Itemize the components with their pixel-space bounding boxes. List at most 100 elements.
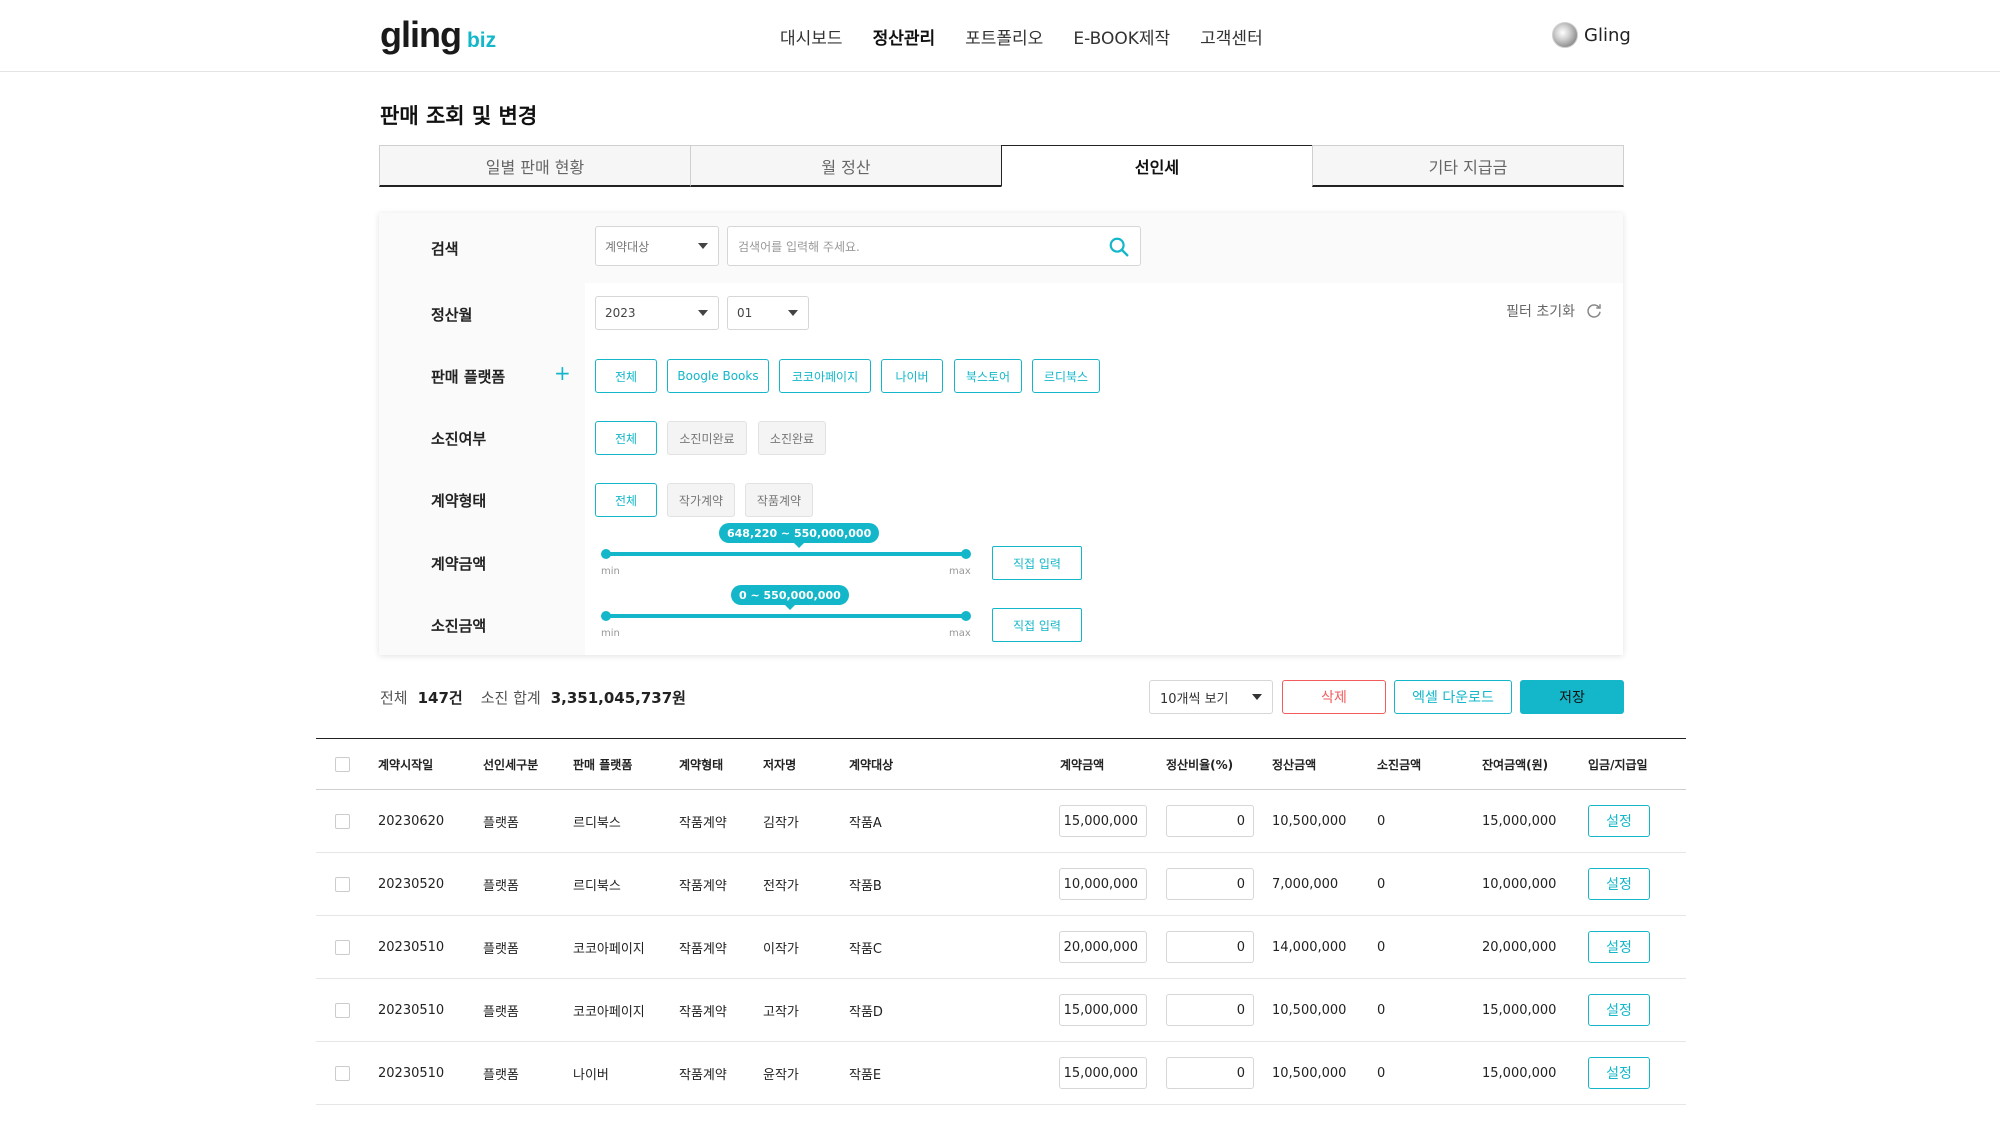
col-advance-type: 선인세구분 xyxy=(483,757,539,772)
year-select[interactable]: 2023 xyxy=(595,296,719,330)
plus-icon[interactable]: + xyxy=(554,361,571,385)
settle-ratio-input[interactable]: 0 xyxy=(1166,994,1254,1026)
cell-advance-type: 플랫폼 xyxy=(483,815,519,831)
tab-other-payments[interactable]: 기타 지급금 xyxy=(1312,145,1624,187)
set-payment-date-button[interactable]: 설정 xyxy=(1588,931,1650,963)
contract-amount-input[interactable]: 15,000,000 xyxy=(1059,1057,1147,1089)
delete-button[interactable]: 삭제 xyxy=(1282,680,1386,714)
settle-ratio-input[interactable]: 0 xyxy=(1166,868,1254,900)
cell-settle-ratio: 0 xyxy=(1166,1042,1254,1104)
set-payment-date-button[interactable]: 설정 xyxy=(1588,994,1650,1026)
row-checkbox[interactable] xyxy=(335,1002,350,1018)
tab-monthly-settlement[interactable]: 월 정산 xyxy=(690,145,1002,187)
logo[interactable]: gling biz xyxy=(380,14,496,56)
save-button[interactable]: 저장 xyxy=(1520,680,1624,714)
cell-payment-date: 설정 xyxy=(1588,979,1650,1041)
slider-max-label: max xyxy=(949,566,971,577)
row-checkbox[interactable] xyxy=(335,939,350,955)
cell-exhausted-amount: 0 xyxy=(1377,1002,1386,1018)
cell-settle-amount: 7,000,000 xyxy=(1272,876,1339,892)
slider-track xyxy=(605,552,965,556)
exhausted-amount-slider[interactable]: 0 ~ 550,000,000 min max xyxy=(601,585,971,640)
cell-author: 윤작가 xyxy=(763,1067,799,1083)
nav-item-portfolio[interactable]: 포트폴리오 xyxy=(965,24,1043,49)
tab-advance[interactable]: 선인세 xyxy=(1001,145,1313,187)
search-target-select[interactable]: 계약대상 xyxy=(595,226,719,266)
search-input[interactable]: 검색어를 입력해 주세요. xyxy=(727,226,1141,266)
cell-contract-target: 작품D xyxy=(849,1004,883,1020)
cell-settle-ratio: 0 xyxy=(1166,916,1254,978)
cell-checkbox xyxy=(335,1042,350,1104)
chip-contract-all[interactable]: 전체 xyxy=(595,483,657,517)
chip-contract-work[interactable]: 작품계약 xyxy=(745,483,813,517)
cell-contract-type: 작품계약 xyxy=(679,878,727,894)
cell-contract-amount: 15,000,000 xyxy=(1059,979,1147,1041)
avatar xyxy=(1552,22,1578,48)
table-header: 계약시작일 선인세구분 판매 플랫폼 계약형태 저자명 계약대상 계약금액 정산… xyxy=(316,738,1686,790)
cell-contract-amount: 20,000,000 xyxy=(1059,916,1147,978)
filter-reset-button[interactable]: 필터 초기화 xyxy=(1506,301,1603,321)
month-select[interactable]: 01 xyxy=(727,296,809,330)
chip-exhausted-complete[interactable]: 소진완료 xyxy=(758,421,826,455)
contract-amount-label: 계약금액 xyxy=(431,555,487,573)
user-menu[interactable]: Gling xyxy=(1552,22,1631,48)
nav-item-support[interactable]: 고객센터 xyxy=(1200,24,1263,49)
slider-handle-min[interactable] xyxy=(601,611,611,621)
top-header: gling biz 대시보드 정산관리 포트폴리오 E-BOOK제작 고객센터 … xyxy=(0,0,2000,72)
col-payment-date: 입금/지급일 xyxy=(1588,757,1648,772)
cell-settle-amount: 14,000,000 xyxy=(1272,939,1347,955)
row-checkbox[interactable] xyxy=(335,876,350,892)
contract-amount-input[interactable]: 15,000,000 xyxy=(1059,994,1147,1026)
chip-platform-boogle[interactable]: Boogle Books xyxy=(667,359,769,393)
contract-amount-input[interactable]: 20,000,000 xyxy=(1059,931,1147,963)
chip-exhausted-incomplete[interactable]: 소진미완료 xyxy=(667,421,747,455)
per-page-select[interactable]: 10개씩 보기 xyxy=(1149,680,1273,714)
col-contract-amount: 계약금액 xyxy=(1060,757,1105,772)
slider-min-label: min xyxy=(601,628,620,639)
settle-ratio-input[interactable]: 0 xyxy=(1166,805,1254,837)
chip-platform-all[interactable]: 전체 xyxy=(595,359,657,393)
slider-handle-max[interactable] xyxy=(961,549,971,559)
tab-daily-sales[interactable]: 일별 판매 현황 xyxy=(379,145,691,187)
chevron-down-icon xyxy=(1252,694,1262,700)
search-icon[interactable] xyxy=(1108,236,1130,258)
chip-platform-naiver[interactable]: 나이버 xyxy=(881,359,943,393)
cell-platform: 나이버 xyxy=(573,1067,609,1083)
row-checkbox[interactable] xyxy=(335,813,350,829)
settle-ratio-input[interactable]: 0 xyxy=(1166,1057,1254,1089)
nav-item-ebook[interactable]: E-BOOK제작 xyxy=(1073,24,1170,49)
cell-contract-amount: 15,000,000 xyxy=(1059,790,1147,852)
cell-author: 전작가 xyxy=(763,878,799,894)
cell-start-date: 20230510 xyxy=(378,939,445,955)
chip-platform-bookstore[interactable]: 북스토어 xyxy=(954,359,1022,393)
set-payment-date-button[interactable]: 설정 xyxy=(1588,1057,1650,1089)
nav-item-dashboard[interactable]: 대시보드 xyxy=(780,24,843,49)
month-value: 01 xyxy=(737,306,753,320)
slider-handle-min[interactable] xyxy=(601,549,611,559)
nav-item-settlement[interactable]: 정산관리 xyxy=(873,24,936,49)
exhausted-amount-direct-input-button[interactable]: 직접 입력 xyxy=(992,608,1082,642)
settle-ratio-input[interactable]: 0 xyxy=(1166,931,1254,963)
excel-download-button[interactable]: 엑셀 다운로드 xyxy=(1394,680,1512,714)
cell-contract-type: 작품계약 xyxy=(679,1067,727,1083)
select-all-checkbox[interactable] xyxy=(335,756,350,772)
search-target-value: 계약대상 xyxy=(605,239,650,254)
contract-amount-input[interactable]: 10,000,000 xyxy=(1059,868,1147,900)
chip-platform-rdbooks[interactable]: 르디북스 xyxy=(1032,359,1100,393)
result-summary: 전체 147건 소진 합계 3,351,045,737원 xyxy=(380,687,704,708)
cell-author: 고작가 xyxy=(763,1004,799,1020)
contract-amount-input[interactable]: 15,000,000 xyxy=(1059,805,1147,837)
cell-remaining-amount: 20,000,000 xyxy=(1482,939,1557,955)
set-payment-date-button[interactable]: 설정 xyxy=(1588,805,1650,837)
set-payment-date-button[interactable]: 설정 xyxy=(1588,868,1650,900)
slider-handle-max[interactable] xyxy=(961,611,971,621)
col-settle-ratio: 정산비율(%) xyxy=(1166,757,1234,772)
contract-amount-slider[interactable]: 648,220 ~ 550,000,000 min max xyxy=(601,523,971,578)
chip-exhausted-all[interactable]: 전체 xyxy=(595,421,657,455)
chip-platform-cocoa[interactable]: 코코아페이지 xyxy=(779,359,871,393)
contract-amount-direct-input-button[interactable]: 직접 입력 xyxy=(992,546,1082,580)
per-page-value: 10개씩 보기 xyxy=(1160,691,1229,707)
chevron-down-icon xyxy=(698,243,708,249)
chip-contract-author[interactable]: 작가계약 xyxy=(667,483,735,517)
row-checkbox[interactable] xyxy=(335,1065,350,1081)
